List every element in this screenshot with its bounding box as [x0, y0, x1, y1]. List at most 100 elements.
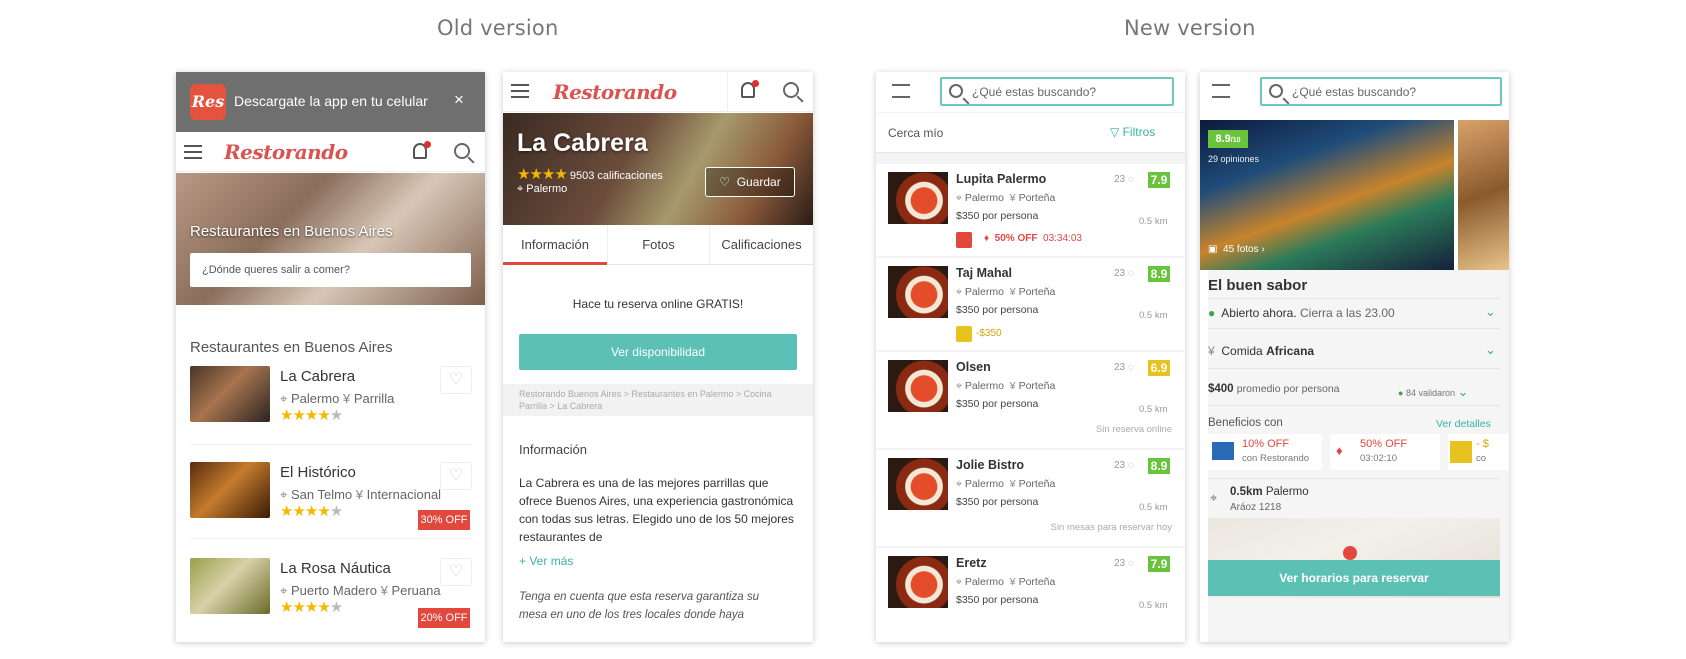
brand-logo[interactable]: Restorando [224, 140, 348, 164]
comment-icon: ◌ [1127, 268, 1134, 279]
list-item[interactable]: La Cabrera ⌖ Palermo ¥ Parrilla ★★★★★ ♡ [190, 366, 472, 446]
restaurant-name: Eretz [956, 556, 987, 570]
restaurant-meta: ⌖ Palermo ¥ Porteña [956, 478, 1056, 490]
check-availability-button[interactable]: Ver disponibilidad [519, 334, 797, 370]
benefit-card[interactable]: 10% OFF con Restorando [1208, 434, 1322, 470]
restaurant-thumbnail [888, 266, 948, 318]
old-detail-screen: Restorando La Cabrera ★★★★ 9503 califica… [503, 72, 813, 642]
restaurant-name: Taj Mahal [956, 266, 1013, 280]
list-item[interactable]: La Rosa Náutica ⌖ Puerto Madero ¥ Peruan… [190, 558, 472, 638]
chevron-down-icon[interactable]: ⌄ [1485, 342, 1496, 358]
hero-search-input[interactable]: ¿Dónde queres salir a comer? [190, 253, 471, 287]
save-button[interactable]: ♡ Guardar [705, 167, 795, 197]
tab-bar: Información Fotos Calificaciones [503, 225, 813, 265]
tab-information[interactable]: Información [503, 225, 607, 265]
search-input[interactable]: ¿Qué estas buscando? [1260, 77, 1502, 106]
price: $350 por persona [956, 594, 1039, 606]
breadcrumb[interactable]: Restorando Buenos Aires > Restaurantes e… [503, 384, 813, 416]
availability-note: Sin mesas para reservar hoy [1050, 522, 1172, 533]
flame-icon: ♦ [1336, 443, 1343, 458]
chevron-down-icon[interactable]: ⌄ [1485, 304, 1496, 320]
restaurant-meta: ⌖ Palermo ¥ Porteña [956, 286, 1056, 298]
score-badge: 7.9 [1148, 556, 1170, 572]
benefit-title: - $ [1476, 438, 1489, 450]
discount-badge: 20% OFF [418, 608, 470, 628]
distance: 0.5 km [1139, 310, 1168, 321]
restaurant-photo[interactable]: 8.9/10 29 opiniones ▣ 45 fotos › [1200, 120, 1454, 270]
see-more-link[interactable]: + Ver más [519, 554, 573, 568]
average-price: $400 promedio por persona [1208, 383, 1340, 395]
benefit-title: 10% OFF [1242, 438, 1290, 450]
list-toolbar: Cerca mío ▽ Filtros [876, 113, 1185, 153]
new-detail-screen: ¿Qué estas buscando? 8.9/10 29 opiniones… [1200, 72, 1509, 642]
validated-count[interactable]: ● 84 validaron ⌄ [1398, 384, 1468, 400]
favorite-heart-icon[interactable]: ♡ [440, 462, 472, 490]
new-list-screen: ¿Qué estas buscando? Cerca mío ▽ Filtros… [876, 72, 1185, 642]
favorite-heart-icon[interactable]: ♡ [440, 558, 472, 586]
tab-ratings[interactable]: Calificaciones [709, 225, 813, 265]
review-count: 23 ◌ [1114, 362, 1134, 373]
list-item[interactable]: Eretz 23 ◌ 7.9 ⌖ Palermo ¥ Porteña $350 … [876, 548, 1185, 642]
hero-image: Restaurantes en Buenos Aires ¿Dónde quer… [176, 173, 485, 305]
list-item[interactable]: Jolie Bistro 23 ◌ 8.9 ⌖ Palermo ¥ Porteñ… [876, 450, 1185, 546]
price: $350 por persona [956, 496, 1039, 508]
benefit-card[interactable]: ♦ 50% OFF 03:02:10 [1330, 434, 1440, 470]
cutlery-icon: ¥ [355, 487, 363, 502]
filter-list-icon[interactable] [892, 84, 910, 98]
list-item[interactable]: Lupita Palermo 23 ◌ 7.9 ⌖ Palermo ¥ Port… [876, 164, 1185, 256]
app-download-banner[interactable]: Res Descargate la app en tu celular × [176, 72, 485, 132]
flame-icon: ♦ [984, 233, 990, 244]
location-pin-icon: ⌖ [956, 192, 962, 204]
old-home-screen: Res Descargate la app en tu celular × Re… [176, 72, 485, 642]
location-pin-icon: ⌖ [956, 380, 962, 392]
tab-photos[interactable]: Fotos [607, 225, 709, 265]
see-details-link[interactable]: Ver detalles [1436, 418, 1491, 430]
benefit-card[interactable]: - $ co [1448, 434, 1509, 470]
close-icon[interactable]: × [454, 90, 464, 110]
comment-icon: ◌ [1127, 460, 1134, 471]
map-pin-icon [1343, 546, 1357, 560]
score-badge: 7.9 [1148, 172, 1170, 188]
comment-icon: ◌ [1127, 362, 1134, 373]
top-bar: Restorando [503, 72, 813, 112]
filters-button[interactable]: ▽ Filtros [1110, 125, 1155, 139]
location-pin-icon: ⌖ [280, 391, 288, 406]
location-pin-icon: ⌖ [956, 576, 962, 588]
cutlery-icon: ¥ [380, 583, 388, 598]
list-item[interactable]: Olsen 23 ◌ 6.9 ⌖ Palermo ¥ Porteña $350 … [876, 352, 1185, 448]
divider [1208, 405, 1500, 406]
brand-logo[interactable]: Restorando [553, 80, 677, 104]
distance: 0.5 km [1139, 600, 1168, 611]
list-item[interactable]: El Histórico ⌖ San Telmo ¥ Internacional… [190, 462, 472, 532]
rating-stars: ★★★★★ [280, 599, 343, 616]
menu-icon[interactable] [184, 145, 202, 159]
price: $350 por persona [956, 210, 1039, 222]
rating-stars: ★★★★★ [280, 407, 343, 424]
comparison-stage: Old version New version Res Descargate l… [0, 0, 1686, 659]
restaurant-cover-image: La Cabrera ★★★★ 9503 calificaciones ⌖ Pa… [503, 113, 813, 225]
info-title: Información [519, 442, 587, 457]
cutlery-icon: ¥ [1009, 478, 1016, 490]
search-icon[interactable] [783, 82, 799, 98]
search-icon[interactable] [454, 143, 470, 159]
benefits-title: Beneficios con [1208, 417, 1283, 429]
photos-count[interactable]: ▣ 45 fotos › [1208, 244, 1265, 255]
menu-icon[interactable] [511, 84, 529, 98]
opening-hours[interactable]: ● Abierto ahora. Cierra a las 23.00 [1208, 306, 1395, 320]
distance: 0.5 km [1139, 502, 1168, 513]
search-input[interactable]: ¿Qué estas buscando? [940, 77, 1174, 106]
distance: 0.5 km [1139, 216, 1168, 227]
cuisine-type[interactable]: ¥ Comida Africana [1208, 344, 1314, 358]
heart-icon: ♡ [719, 175, 731, 189]
favorite-heart-icon[interactable]: ♡ [440, 366, 472, 394]
score-badge: 8.9 [1148, 266, 1170, 282]
restaurant-photo[interactable] [1458, 120, 1509, 270]
filter-list-icon[interactable] [1212, 84, 1230, 98]
restorando-logo-icon [956, 232, 972, 248]
restaurant-name: La Rosa Náutica [280, 560, 391, 577]
see-schedules-button[interactable]: Ver horarios para reservar [1208, 560, 1500, 596]
address: Aráoz 1218 [1230, 502, 1282, 513]
near-me-label[interactable]: Cerca mío [888, 126, 943, 140]
list-item[interactable]: Taj Mahal 23 ◌ 8.9 ⌖ Palermo ¥ Porteña $… [876, 258, 1185, 350]
restaurant-thumbnail [190, 366, 270, 422]
